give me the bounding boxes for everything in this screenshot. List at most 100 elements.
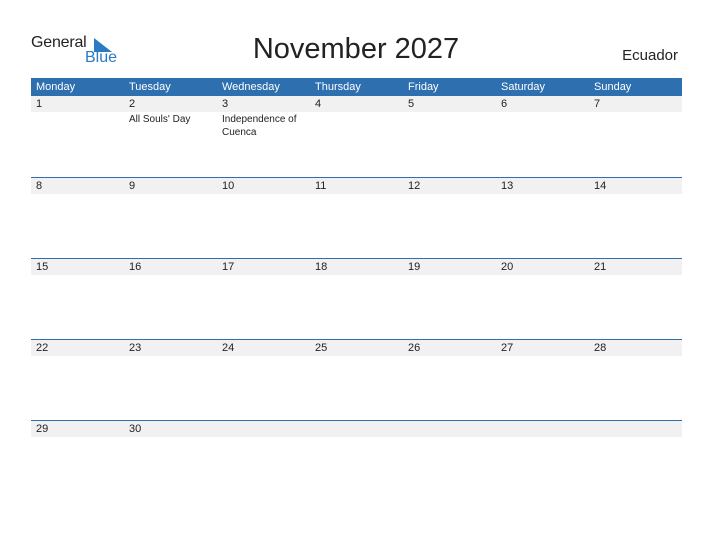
day-number: 5 xyxy=(403,96,496,112)
day-number: 11 xyxy=(310,178,403,194)
holiday-label xyxy=(589,275,674,276)
holiday-label xyxy=(124,275,209,276)
day-number: 22 xyxy=(31,340,124,356)
day-number: 12 xyxy=(403,178,496,194)
day-number: 23 xyxy=(124,340,217,356)
week-row: 15 16 17 18 19 20 21 xyxy=(31,258,682,339)
day-number: 29 xyxy=(31,421,124,437)
day-cell: 10 xyxy=(217,178,310,258)
calendar-grid: Monday Tuesday Wednesday Thursday Friday… xyxy=(31,78,682,501)
holiday-label xyxy=(589,194,674,195)
day-cell: 23 xyxy=(124,340,217,420)
day-cell: 12 xyxy=(403,178,496,258)
day-number: 7 xyxy=(589,96,682,112)
holiday-label xyxy=(403,194,488,195)
day-cell: 14 xyxy=(589,178,682,258)
country-label: Ecuador xyxy=(622,47,678,64)
day-number xyxy=(403,421,496,437)
weekday-monday: Monday xyxy=(36,81,76,93)
day-cell: 27 xyxy=(496,340,589,420)
holiday-label xyxy=(310,437,395,438)
day-cell: 16 xyxy=(124,259,217,339)
day-cell: 11 xyxy=(310,178,403,258)
day-number: 4 xyxy=(310,96,403,112)
weekday-tuesday: Tuesday xyxy=(129,81,171,93)
day-number: 9 xyxy=(124,178,217,194)
holiday-label xyxy=(217,437,302,438)
day-cell: 8 xyxy=(31,178,124,258)
day-cell: 22 xyxy=(31,340,124,420)
holiday-label xyxy=(310,194,395,195)
day-cell: 25 xyxy=(310,340,403,420)
weekday-wednesday: Wednesday xyxy=(222,81,280,93)
day-number: 10 xyxy=(217,178,310,194)
weekday-thursday: Thursday xyxy=(315,81,361,93)
day-number xyxy=(310,421,403,437)
week-row: 1 2 All Souls' Day 3 Independence of Cuenca 4… xyxy=(31,96,682,177)
day-number: 26 xyxy=(403,340,496,356)
holiday-label xyxy=(496,194,581,195)
day-cell xyxy=(217,421,310,501)
day-number: 8 xyxy=(31,178,124,194)
holiday-label xyxy=(496,356,581,357)
day-number: 24 xyxy=(217,340,310,356)
holiday-label xyxy=(31,194,116,195)
holiday-label xyxy=(124,356,209,357)
day-cell: 28 xyxy=(589,340,682,420)
day-cell: 7 xyxy=(589,96,682,177)
holiday-label xyxy=(403,112,488,113)
day-cell: 18 xyxy=(310,259,403,339)
holiday-label: Independence of Cuenca xyxy=(222,114,297,138)
day-number: 21 xyxy=(589,259,682,275)
weekday-sunday: Sunday xyxy=(594,81,632,93)
holiday-label xyxy=(31,112,116,113)
day-number: 17 xyxy=(217,259,310,275)
holiday-label xyxy=(496,112,581,113)
day-cell: 6 xyxy=(496,96,589,177)
day-cell: 26 xyxy=(403,340,496,420)
weekday-header: Monday Tuesday Wednesday Thursday Friday… xyxy=(31,78,682,96)
holiday-label xyxy=(403,275,488,276)
holiday-label xyxy=(31,275,116,276)
week-row: 29 30 xyxy=(31,420,682,501)
day-cell xyxy=(403,421,496,501)
day-number: 25 xyxy=(310,340,403,356)
day-number: 20 xyxy=(496,259,589,275)
day-cell: 3 Independence of Cuenca xyxy=(217,96,310,177)
holiday-label xyxy=(310,356,395,357)
weeks-container: 1 2 All Souls' Day 3 Independence of Cuenca 4… xyxy=(31,96,682,501)
day-number: 2 xyxy=(124,96,217,112)
holiday-label xyxy=(403,437,488,438)
day-cell: 24 xyxy=(217,340,310,420)
day-cell: 17 xyxy=(217,259,310,339)
weekday-friday: Friday xyxy=(408,81,439,93)
day-number: 6 xyxy=(496,96,589,112)
day-cell xyxy=(310,421,403,501)
day-cell: 4 xyxy=(310,96,403,177)
holiday-label xyxy=(31,356,116,357)
day-cell: 1 xyxy=(31,96,124,177)
day-cell: 29 xyxy=(31,421,124,501)
holiday-label xyxy=(31,437,116,438)
week-row: 22 23 24 25 26 27 28 xyxy=(31,339,682,420)
day-cell xyxy=(589,421,682,501)
holiday-label xyxy=(310,112,395,113)
day-number: 15 xyxy=(31,259,124,275)
holiday-label xyxy=(217,356,302,357)
day-cell xyxy=(496,421,589,501)
holiday-label xyxy=(124,194,209,195)
day-number xyxy=(217,421,310,437)
day-cell: 15 xyxy=(31,259,124,339)
holiday-label xyxy=(217,275,302,276)
holiday-label xyxy=(589,356,674,357)
holiday-label xyxy=(217,194,302,195)
day-cell: 19 xyxy=(403,259,496,339)
day-cell: 20 xyxy=(496,259,589,339)
day-number: 19 xyxy=(403,259,496,275)
day-cell: 5 xyxy=(403,96,496,177)
holiday-label xyxy=(310,275,395,276)
holiday-label xyxy=(496,437,581,438)
day-number: 16 xyxy=(124,259,217,275)
day-number: 30 xyxy=(124,421,217,437)
holiday-label xyxy=(403,356,488,357)
